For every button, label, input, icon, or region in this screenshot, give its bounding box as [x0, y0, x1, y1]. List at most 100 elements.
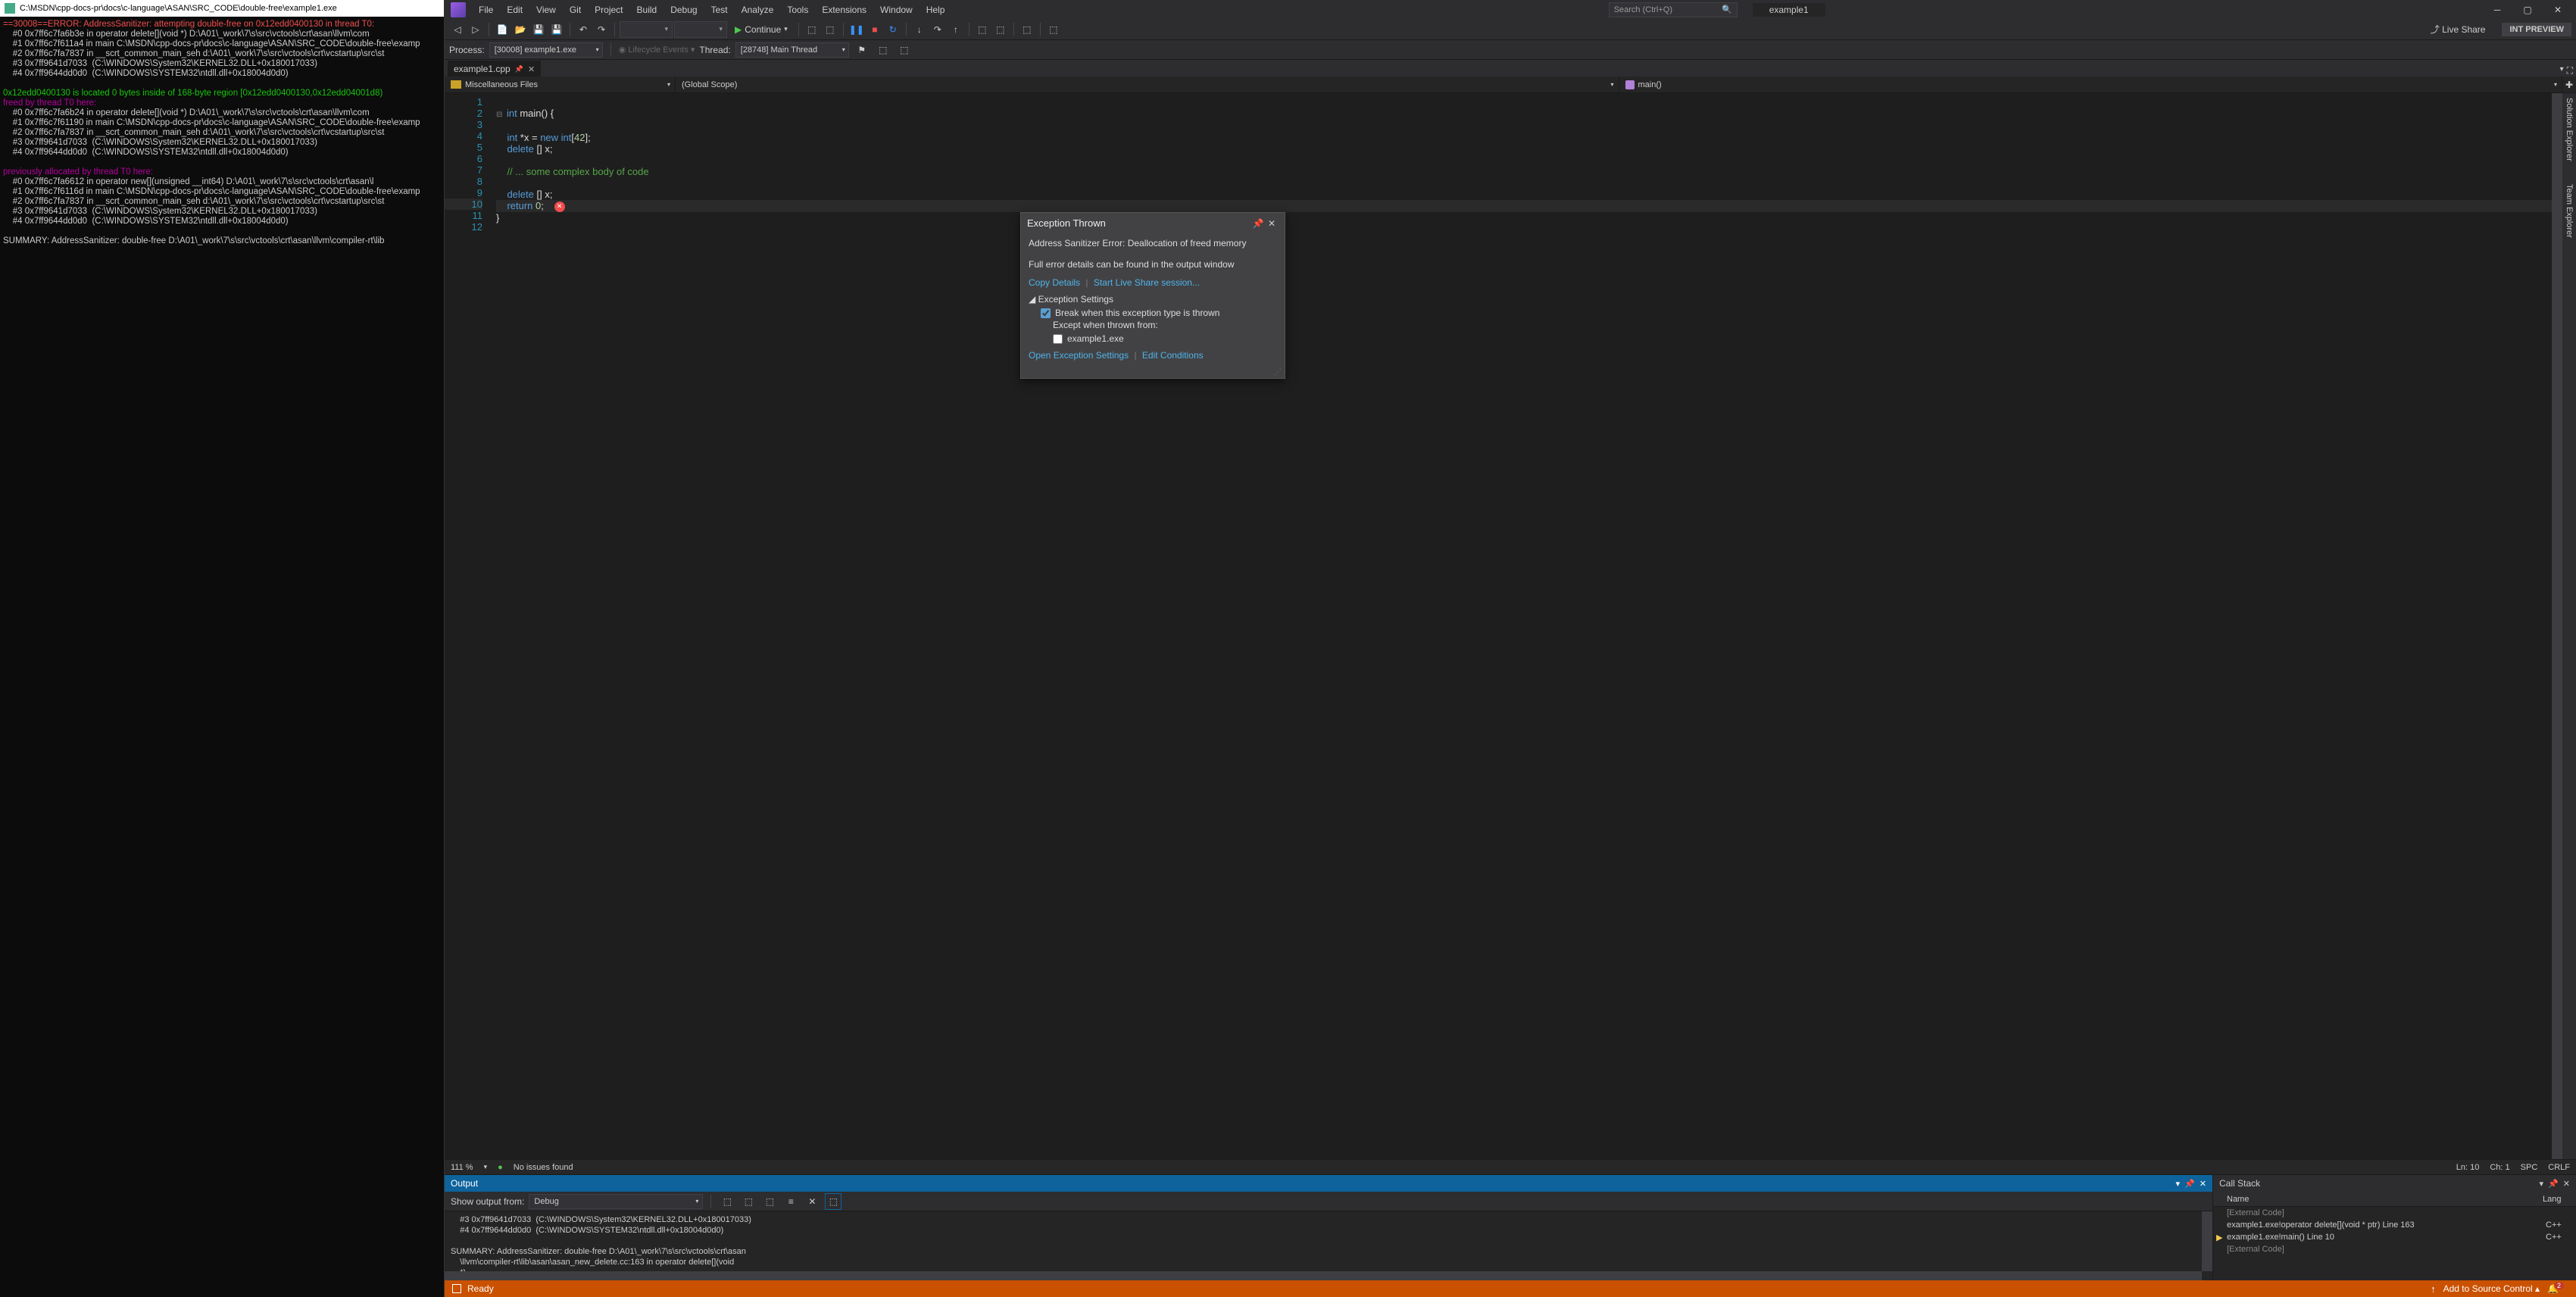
menu-analyze[interactable]: Analyze [735, 2, 781, 17]
output-text[interactable]: #3 0x7ff9641d7033 (C:\WINDOWS\System32\K… [445, 1211, 2212, 1280]
platform-dropdown[interactable] [674, 21, 727, 38]
project-scope-dropdown[interactable]: Miscellaneous Files [445, 77, 676, 92]
lineending-indicator[interactable]: CRLF [2548, 1163, 2570, 1172]
edit-conditions-link[interactable]: Edit Conditions [1142, 350, 1204, 361]
lifecycle-events[interactable]: ◉ Lifecycle Events ▾ [619, 45, 695, 55]
minimize-button[interactable]: ─ [2482, 0, 2512, 19]
team-explorer-tab[interactable]: Team Explorer [2565, 184, 2574, 238]
dbg-btn-3[interactable]: ⬚ [974, 21, 991, 38]
dbg-btn-2[interactable]: ⬚ [822, 21, 838, 38]
cs-dropdown-icon[interactable]: ▾ [2540, 1179, 2544, 1189]
tab-close-icon[interactable]: ✕ [528, 64, 535, 74]
callstack-row[interactable]: [External Code] [2213, 1207, 2576, 1219]
save-button[interactable]: 💾 [530, 21, 547, 38]
class-scope-dropdown[interactable]: (Global Scope) [676, 77, 1619, 92]
thread-dropdown[interactable]: [28748] Main Thread [735, 42, 849, 58]
notification-bell-icon[interactable]: 🔔2 [2547, 1283, 2568, 1294]
menu-help[interactable]: Help [920, 2, 952, 17]
except-module-checkbox[interactable]: example1.exe [1053, 333, 1277, 344]
cs-col-lang[interactable]: Lang [2543, 1195, 2576, 1204]
nav-fwd-button[interactable]: ▷ [467, 21, 484, 38]
dbg-btn-5[interactable]: ⬚ [1019, 21, 1035, 38]
menu-edit[interactable]: Edit [500, 2, 529, 17]
callstack-row[interactable]: example1.exe!operator delete[](void * pt… [2213, 1219, 2576, 1231]
saveall-button[interactable]: 💾 [548, 21, 565, 38]
output-vscroll[interactable] [2202, 1211, 2212, 1271]
callstack-row[interactable]: [External Code] [2213, 1243, 2576, 1255]
config-dropdown[interactable] [620, 21, 673, 38]
open-exception-settings-link[interactable]: Open Exception Settings [1029, 350, 1129, 361]
menu-tools[interactable]: Tools [780, 2, 815, 17]
error-icon[interactable] [554, 202, 565, 212]
output-header[interactable]: Output ▾ 📌 ✕ [445, 1175, 2212, 1192]
menu-file[interactable]: File [472, 2, 500, 17]
cs-pin-icon[interactable]: 📌 [2548, 1179, 2559, 1189]
dbg-btn-4[interactable]: ⬚ [992, 21, 1009, 38]
close-button[interactable]: ✕ [2543, 0, 2573, 19]
output-btn-4[interactable]: ⬚ [825, 1193, 841, 1210]
code-content[interactable]: ⊟int main() { int *x = new int[42]; dele… [490, 93, 2552, 1159]
vs-logo-icon[interactable] [451, 2, 466, 17]
search-box[interactable]: Search (Ctrl+Q) 🔍 [1609, 2, 1738, 17]
tab-dropdown-icon[interactable]: ▾ [2560, 65, 2564, 77]
dbg-btn-6[interactable]: ⬚ [1045, 21, 1062, 38]
menu-git[interactable]: Git [563, 2, 588, 17]
solution-explorer-tab[interactable]: Solution Explorer [2565, 98, 2574, 161]
open-button[interactable]: 📂 [512, 21, 529, 38]
output-wrap-button[interactable]: ≡ [782, 1193, 799, 1210]
menu-build[interactable]: Build [630, 2, 664, 17]
output-btn-3[interactable]: ⬚ [761, 1193, 778, 1210]
resize-grip-icon[interactable]: ⋰ [1021, 368, 1285, 378]
code-editor[interactable]: 123456789101112 ⊟int main() { int *x = n… [445, 93, 2562, 1159]
menu-debug[interactable]: Debug [664, 2, 704, 17]
new-button[interactable]: 📄 [494, 21, 511, 38]
col-indicator[interactable]: Ch: 1 [2490, 1163, 2509, 1172]
step-over-button[interactable]: ↷ [929, 21, 946, 38]
step-out-button[interactable]: ↑ [948, 21, 964, 38]
status-icon[interactable] [452, 1284, 461, 1293]
flag-icon[interactable]: ⚑ [854, 42, 870, 58]
zoom-dropdown-icon[interactable]: ▾ [484, 1163, 488, 1171]
continue-button[interactable]: ▶ Continue ▾ [729, 21, 794, 38]
callstack-row[interactable]: ▶example1.exe!main() Line 10C++ [2213, 1231, 2576, 1243]
console-titlebar[interactable]: C:\MSDN\cpp-docs-pr\docs\c-language\ASAN… [0, 0, 444, 17]
undo-button[interactable]: ↶ [575, 21, 592, 38]
output-btn-2[interactable]: ⬚ [740, 1193, 757, 1210]
console-output[interactable]: ==30008==ERROR: AddressSanitizer: attemp… [0, 17, 444, 1297]
stop-button[interactable]: ■ [866, 21, 883, 38]
menu-view[interactable]: View [529, 2, 563, 17]
output-dropdown-icon[interactable]: ▾ [2176, 1179, 2181, 1189]
step-into-button[interactable]: ↓ [911, 21, 928, 38]
split-editor-button[interactable]: ✚ [2562, 77, 2576, 92]
cs-close-icon[interactable]: ✕ [2563, 1179, 2570, 1189]
pin-icon[interactable]: 📌 [515, 65, 523, 73]
tab-fullscreen-icon[interactable]: ⛶ [2567, 65, 2573, 77]
dbg-loc-btn[interactable]: ⬚ [875, 42, 891, 58]
redo-button[interactable]: ↷ [593, 21, 610, 38]
output-clear-button[interactable]: ✕ [804, 1193, 820, 1210]
callstack-list[interactable]: [External Code]example1.exe!operator del… [2213, 1207, 2576, 1280]
dbg-loc-btn2[interactable]: ⬚ [896, 42, 913, 58]
menu-project[interactable]: Project [588, 2, 629, 17]
cs-col-name[interactable]: Name [2213, 1195, 2543, 1204]
process-dropdown[interactable]: [30008] example1.exe [489, 42, 603, 58]
zoom-level[interactable]: 111 % [451, 1163, 473, 1172]
output-close-icon[interactable]: ✕ [2200, 1179, 2206, 1189]
line-indicator[interactable]: Ln: 10 [2456, 1163, 2480, 1172]
callstack-header[interactable]: Call Stack ▾ 📌 ✕ [2213, 1175, 2576, 1192]
copy-details-link[interactable]: Copy Details [1029, 277, 1080, 288]
menu-window[interactable]: Window [873, 2, 920, 17]
exception-popup-header[interactable]: Exception Thrown 📌 ✕ [1021, 213, 1285, 233]
exc-pin-icon[interactable]: 📌 [1251, 218, 1265, 229]
member-scope-dropdown[interactable]: main() [1619, 77, 2563, 92]
exception-settings-header[interactable]: ◢ Exception Settings [1029, 294, 1277, 305]
output-source-dropdown[interactable]: Debug [529, 1194, 703, 1209]
start-liveshare-link[interactable]: Start Live Share session... [1094, 277, 1200, 288]
break-on-exception-checkbox[interactable]: Break when this exception type is thrown [1041, 308, 1277, 318]
output-pin-icon[interactable]: 📌 [2184, 1179, 2195, 1189]
menu-test[interactable]: Test [704, 2, 735, 17]
maximize-button[interactable]: ▢ [2512, 0, 2543, 19]
output-btn-1[interactable]: ⬚ [719, 1193, 735, 1210]
indent-indicator[interactable]: SPC [2521, 1163, 2538, 1172]
output-hscroll[interactable] [445, 1271, 2202, 1280]
